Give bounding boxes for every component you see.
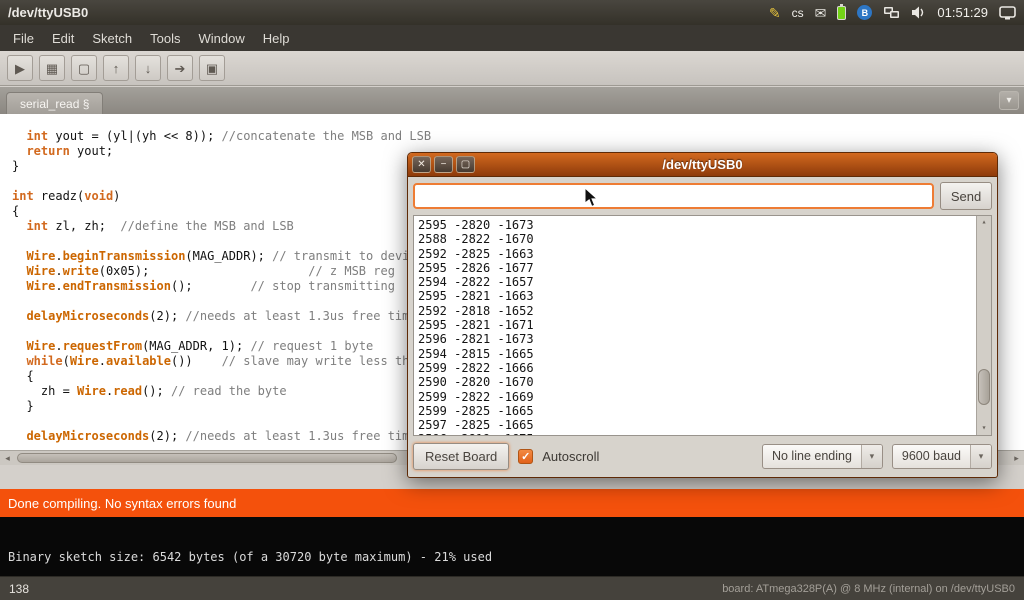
autoscroll-checkbox[interactable]: ✓ (518, 449, 533, 464)
menu-item-help[interactable]: Help (254, 27, 299, 50)
clock[interactable]: 01:51:29 (937, 5, 988, 20)
serial-monitor-button[interactable]: ▣ (199, 55, 225, 81)
serial-line: 2590 -2820 -1670 (418, 375, 975, 389)
toolbar: ▶ ▦ ▢ ↑ ↓ ➔ ▣ (0, 51, 1024, 86)
scroll-left-arrow-icon[interactable]: ◂ (0, 451, 15, 465)
session-menu-icon[interactable] (999, 6, 1016, 20)
scroll-up-arrow-icon[interactable]: ▴ (977, 216, 991, 229)
build-console: Binary sketch size: 6542 bytes (of a 307… (0, 517, 1024, 576)
serial-output[interactable]: 2595 -2820 -16732588 -2822 -16702592 -28… (413, 215, 992, 436)
menu-item-file[interactable]: File (4, 27, 43, 50)
mail-icon[interactable]: ✉ (815, 6, 827, 20)
board-info: board: ATmega328P(A) @ 8 MHz (internal) … (722, 583, 1015, 595)
close-button[interactable]: ✕ (412, 156, 431, 173)
status-strip: 138 board: ATmega328P(A) @ 8 MHz (intern… (0, 576, 1024, 600)
tab-bar: serial_read § ▾ (0, 87, 1024, 114)
open-arrow-icon: ↑ (113, 62, 120, 75)
serial-line: 2595 -2826 -1677 (418, 261, 975, 275)
serial-monitor-titlebar[interactable]: /dev/ttyUSB0 ✕ − ▢ (408, 153, 997, 177)
minimize-button[interactable]: − (434, 156, 453, 173)
serial-line: 2594 -2822 -1657 (418, 275, 975, 289)
serial-line: 2592 -2825 -1663 (418, 247, 975, 261)
verify-button[interactable]: ▶ (7, 55, 33, 81)
serial-monitor-body: Send 2595 -2820 -16732588 -2822 -1670259… (408, 177, 997, 476)
serial-monitor-icon: ▣ (206, 62, 218, 75)
baud-rate-select[interactable]: 9600 baud ▾ (892, 444, 992, 469)
serial-line: 2595 -2821 -1671 (418, 318, 975, 332)
serial-input-row: Send (413, 182, 992, 210)
serial-line: 2588 -2822 -1670 (418, 232, 975, 246)
serial-lines: 2595 -2820 -16732588 -2822 -16702592 -28… (418, 218, 975, 436)
serial-monitor-controls: Reset Board ✓ Autoscroll No line ending … (413, 441, 992, 471)
menu-bar: FileEditSketchToolsWindowHelp (0, 25, 1024, 51)
reset-board-button[interactable]: Reset Board (413, 443, 509, 470)
serial-monitor-title: /dev/ttyUSB0 (408, 157, 997, 172)
serial-monitor-window: /dev/ttyUSB0 ✕−▢ Send 2595 -2820 -167325… (407, 152, 998, 478)
baud-rate-value: 9600 baud (893, 445, 970, 468)
close-icon: ✕ (417, 159, 425, 170)
maximize-button[interactable]: ▢ (456, 156, 475, 173)
serial-line: 2599 -2825 -1665 (418, 404, 975, 418)
serial-scrollbar-thumb[interactable] (978, 369, 990, 405)
console-output: Binary sketch size: 6542 bytes (of a 307… (8, 550, 492, 564)
scroll-right-arrow-icon[interactable]: ▸ (1009, 451, 1024, 465)
battery-icon[interactable] (837, 6, 846, 20)
screen: /dev/ttyUSB0 ✎ cs ✉ B 01:51:29 (0, 0, 1024, 600)
chevron-down-icon[interactable]: ▾ (861, 445, 882, 468)
open-sketch-button[interactable]: ↑ (103, 55, 129, 81)
tab-label: serial_read § (20, 97, 89, 111)
serial-line: 2599 -2822 -1669 (418, 390, 975, 404)
maximize-icon: ▢ (461, 159, 470, 170)
serial-line: 2592 -2818 -1652 (418, 304, 975, 318)
serial-line: 2595 -2820 -1673 (418, 218, 975, 232)
new-sketch-button[interactable]: ▢ (71, 55, 97, 81)
serial-line: 2599 -2822 -1666 (418, 361, 975, 375)
keyboard-layout-indicator[interactable]: cs (792, 6, 804, 20)
line-ending-select[interactable]: No line ending ▾ (762, 444, 883, 469)
window-title: /dev/ttyUSB0 (0, 5, 88, 20)
serial-line: 2594 -2815 -1665 (418, 347, 975, 361)
stop-button[interactable]: ▦ (39, 55, 65, 81)
chevron-down-icon: ▾ (1006, 95, 1011, 106)
menu-item-sketch[interactable]: Sketch (83, 27, 141, 50)
serial-line: 2596 -2819 -1675 (418, 432, 975, 436)
autoscroll-label[interactable]: Autoscroll (542, 449, 599, 464)
system-tray: ✎ cs ✉ B 01:51:29 (769, 5, 1024, 20)
serial-line: 2596 -2821 -1673 (418, 332, 975, 346)
compile-status-message: Done compiling. No syntax errors found (8, 496, 236, 511)
tab-menu-button[interactable]: ▾ (999, 91, 1019, 110)
scroll-down-arrow-icon[interactable]: ▾ (977, 422, 991, 435)
horizontal-scrollbar-thumb[interactable] (17, 453, 397, 463)
send-button[interactable]: Send (940, 182, 992, 210)
line-ending-value: No line ending (763, 445, 861, 468)
bluetooth-icon[interactable]: B (857, 5, 872, 20)
line-number-indicator: 138 (9, 582, 29, 596)
menu-item-edit[interactable]: Edit (43, 27, 83, 50)
chevron-down-icon[interactable]: ▾ (970, 445, 991, 468)
minimize-icon: − (441, 159, 447, 170)
network-icon[interactable] (883, 5, 900, 20)
notes-indicator-icon[interactable]: ✎ (769, 6, 781, 20)
serial-input[interactable] (413, 183, 934, 209)
new-file-icon: ▢ (78, 62, 90, 75)
save-sketch-button[interactable]: ↓ (135, 55, 161, 81)
code-line: int yout = (yl|(yh << 8)); //concatenate… (12, 129, 1024, 144)
serial-line: 2595 -2821 -1663 (418, 289, 975, 303)
menu-item-tools[interactable]: Tools (141, 27, 189, 50)
upload-button[interactable]: ➔ (167, 55, 193, 81)
top-panel: /dev/ttyUSB0 ✎ cs ✉ B 01:51:29 (0, 0, 1024, 25)
serial-line: 2597 -2825 -1665 (418, 418, 975, 432)
menu-item-window[interactable]: Window (189, 27, 253, 50)
stop-icon: ▦ (46, 62, 58, 75)
compile-status-bar: Done compiling. No syntax errors found (0, 489, 1024, 517)
volume-icon[interactable] (911, 5, 926, 20)
tab-serial-read[interactable]: serial_read § (6, 92, 103, 114)
serial-scrollbar[interactable]: ▴ ▾ (976, 216, 991, 435)
upload-icon: ➔ (175, 62, 186, 75)
verify-icon: ▶ (15, 62, 25, 75)
save-arrow-icon: ↓ (145, 62, 152, 75)
